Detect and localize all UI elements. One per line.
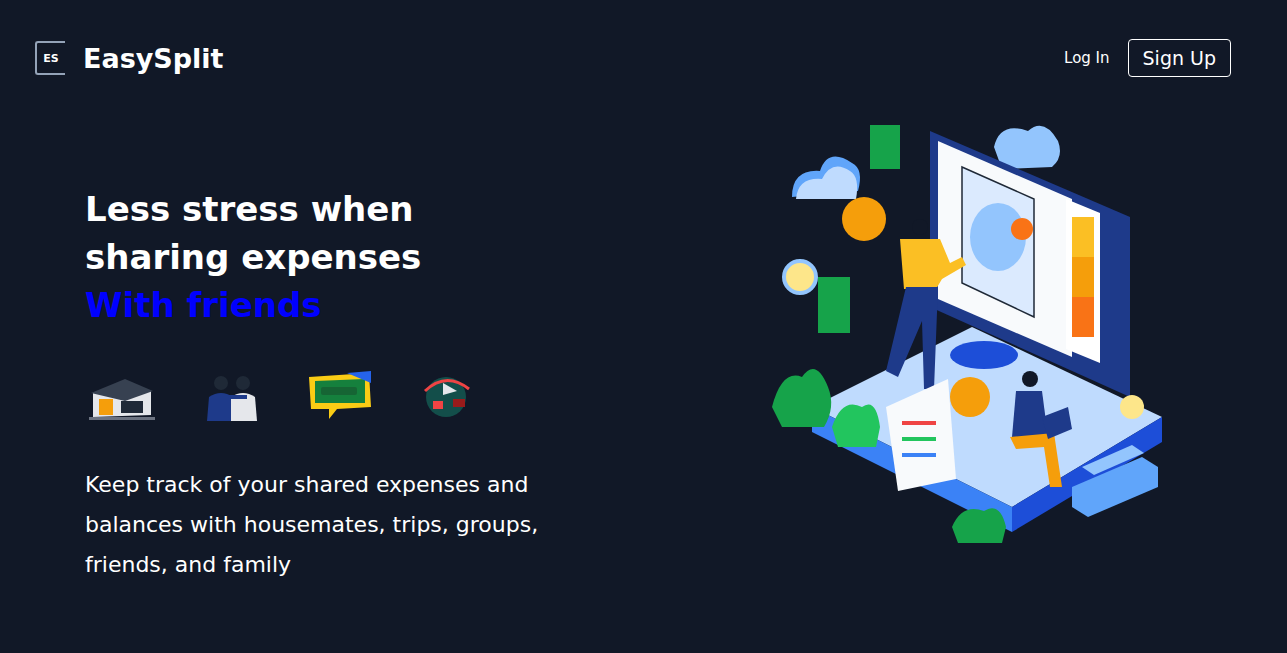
description: Keep track of your shared expenses and b… <box>85 465 555 585</box>
logo-mark: ES <box>43 53 58 64</box>
brand-name: EasySplit <box>83 45 224 72</box>
headline-line: Less stress when <box>85 185 565 233</box>
events-icon <box>307 371 373 423</box>
top-bar: ES EasySplit Log In Sign Up <box>0 0 1287 77</box>
login-link[interactable]: Log In <box>1062 47 1112 69</box>
hero-text: Less stress whensharing expenses With fr… <box>85 77 565 585</box>
signup-button[interactable]: Sign Up <box>1128 39 1231 77</box>
friends-icon <box>197 371 267 423</box>
category-icons <box>85 369 565 425</box>
nav: Log In Sign Up <box>1062 39 1231 77</box>
hero: Less stress whensharing expenses With fr… <box>0 77 1287 585</box>
headline-highlight: With friends <box>85 281 565 329</box>
shared-expenses-illustration-icon <box>772 107 1172 547</box>
travel-icon <box>413 371 479 423</box>
headline-line: sharing expenses <box>85 233 565 281</box>
logo-icon: ES <box>35 41 65 75</box>
headline: Less stress whensharing expenses With fr… <box>85 185 565 329</box>
house-icon <box>85 371 157 423</box>
brand[interactable]: ES EasySplit <box>35 41 224 75</box>
